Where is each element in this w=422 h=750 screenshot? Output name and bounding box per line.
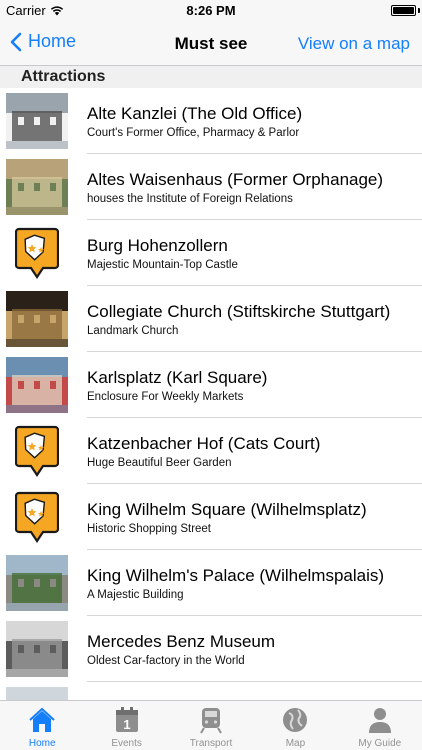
home-icon xyxy=(27,705,57,735)
tab-map[interactable]: Map xyxy=(253,701,337,750)
train-icon xyxy=(196,705,226,735)
attraction-photo xyxy=(6,357,68,413)
list-item-subtitle: Majestic Mountain-Top Castle xyxy=(87,259,238,271)
svg-text:1: 1 xyxy=(123,717,130,732)
attraction-photo xyxy=(6,621,68,677)
attraction-photo xyxy=(6,687,68,700)
list-item-title: King Wilhelm Square (Wilhelmsplatz) xyxy=(87,500,367,519)
tab-my-guide[interactable]: My Guide xyxy=(338,701,422,750)
attraction-photo xyxy=(6,555,68,611)
tab-bar: Home 1 Events Transport Map My Guide xyxy=(0,700,422,750)
list-item-subtitle: A Majestic Building xyxy=(87,589,184,601)
list-item-title: King Wilhelm's Palace (Wilhelmspalais) xyxy=(87,566,385,585)
list-item[interactable]: Mercedes Benz Museum Oldest Car-factory i… xyxy=(0,616,422,682)
list-item-subtitle: houses the Institute of Foreign Relation… xyxy=(87,193,293,205)
list-item[interactable]: King Wilhelm's Palace (Wilhelmspalais) A … xyxy=(0,550,422,616)
section-header: Attractions xyxy=(0,66,422,88)
battery-tip xyxy=(418,8,420,13)
tab-label: My Guide xyxy=(358,738,402,749)
list-item[interactable]: Karlsplatz (Karl Square) Enclosure For We… xyxy=(0,352,422,418)
attraction-badge-icon xyxy=(6,225,68,281)
list-item-subtitle: Landmark Church xyxy=(87,325,179,337)
list-item-title: Collegiate Church (Stiftskirche Stuttgar… xyxy=(87,302,391,321)
back-button-label: Home xyxy=(28,31,77,51)
list-item[interactable]: King Wilhelm Square (Wilhelmsplatz) Histo… xyxy=(0,484,422,550)
tab-transport[interactable]: Transport xyxy=(169,701,253,750)
chevron-left-icon xyxy=(10,32,22,51)
attraction-badge-icon xyxy=(6,423,68,479)
list-item[interactable]: Katzenbacher Hof (Cats Court) Huge Beauti… xyxy=(0,418,422,484)
battery-icon xyxy=(391,5,416,16)
back-button[interactable]: Home xyxy=(10,31,76,52)
globe-icon xyxy=(280,705,310,735)
list-item-subtitle: Enclosure For Weekly Markets xyxy=(87,391,244,403)
list-item-title: Katzenbacher Hof (Cats Court) xyxy=(87,434,321,453)
list-item-title: Mercedes Benz Museum xyxy=(87,632,276,651)
person-icon xyxy=(365,705,395,735)
view-on-map-button[interactable]: View on a map xyxy=(298,34,410,54)
tab-events[interactable]: 1 Events xyxy=(84,701,168,750)
list-item[interactable] xyxy=(0,682,422,700)
navigation-bar: Home Must see View on a map xyxy=(0,22,422,66)
attractions-list[interactable]: Alte Kanzlei (The Old Office) Court's For… xyxy=(0,88,422,700)
status-time: 8:26 PM xyxy=(186,3,236,18)
tab-label: Events xyxy=(111,738,142,749)
attraction-badge-icon xyxy=(6,489,68,545)
list-item-subtitle: Court's Former Office, Pharmacy & Parlor xyxy=(87,127,300,139)
list-item-subtitle: Historic Shopping Street xyxy=(87,523,212,535)
attraction-photo xyxy=(6,159,68,215)
list-item[interactable]: Collegiate Church (Stiftskirche Stuttgar… xyxy=(0,286,422,352)
list-item[interactable]: Altes Waisenhaus (Former Orphanage) house… xyxy=(0,154,422,220)
list-item[interactable]: Burg Hohenzollern Majestic Mountain-Top C… xyxy=(0,220,422,286)
list-item-subtitle: Huge Beautiful Beer Garden xyxy=(87,457,232,469)
tab-label: Home xyxy=(28,738,56,749)
tab-home[interactable]: Home xyxy=(0,701,84,750)
list-item-title: Altes Waisenhaus (Former Orphanage) xyxy=(87,170,384,189)
calendar-icon: 1 xyxy=(112,705,142,735)
status-bar: Carrier 8:26 PM xyxy=(0,0,422,22)
list-item[interactable]: Alte Kanzlei (The Old Office) Court's For… xyxy=(0,88,422,154)
attraction-photo xyxy=(6,291,68,347)
list-item-title: Burg Hohenzollern xyxy=(87,236,228,255)
tab-label: Transport xyxy=(189,738,233,749)
list-item-subtitle: Oldest Car-factory in the World xyxy=(87,655,245,667)
tab-label: Map xyxy=(285,738,306,749)
attraction-photo xyxy=(6,93,68,149)
list-item-title: Alte Kanzlei (The Old Office) xyxy=(87,104,303,123)
list-item-title: Karlsplatz (Karl Square) xyxy=(87,368,268,387)
